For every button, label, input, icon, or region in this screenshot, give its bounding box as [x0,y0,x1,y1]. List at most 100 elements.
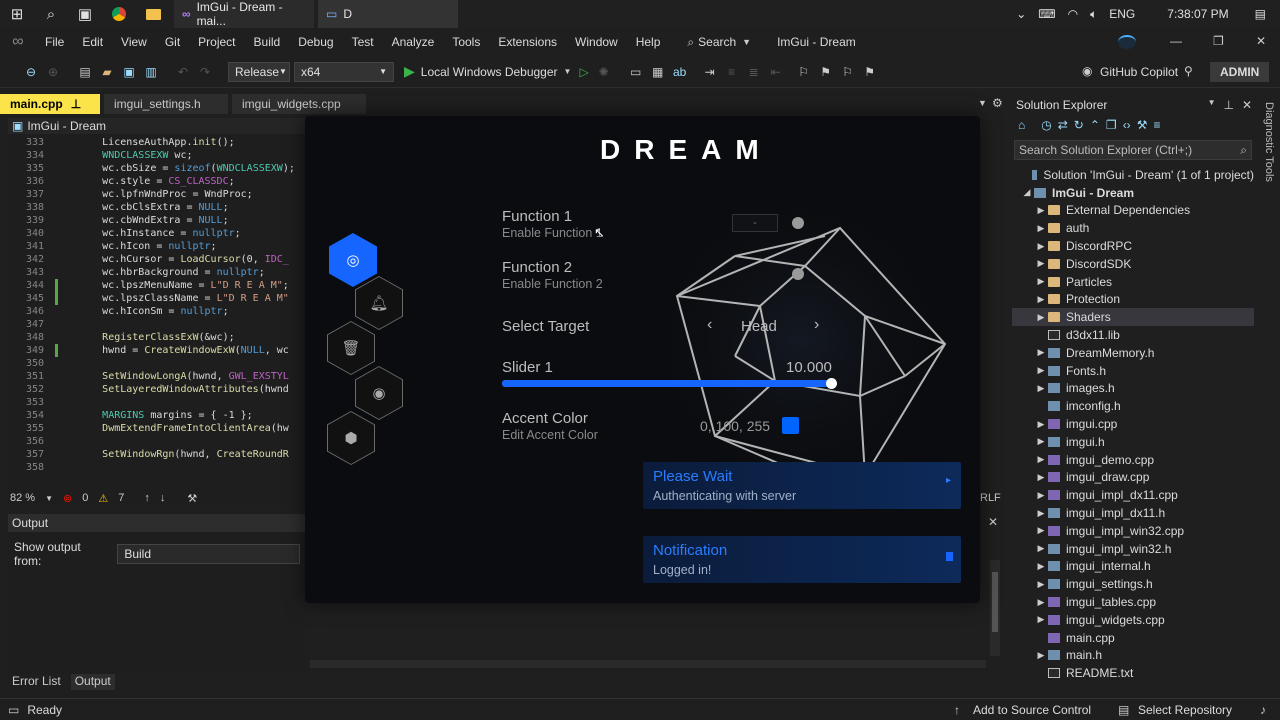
code-line[interactable]: 338 wc.cbClsExtra = NULL; [8,201,306,214]
search-icon[interactable]: ⌕ [34,0,68,28]
code-line[interactable]: 355 DwmExtendFrameIntoClientArea(hw [8,422,306,435]
code-line[interactable]: 354 MARGINS margins = { -1 }; [8,409,306,422]
menu-file[interactable]: File [36,28,73,56]
pin-icon[interactable]: ⊥ [71,97,81,111]
start-without-debug-icon[interactable]: ▷ [579,65,588,79]
expand-icon[interactable]: ◢ [1020,187,1034,198]
tree-item[interactable]: ▶ imgui_demo.cpp [1012,451,1254,469]
menu-view[interactable]: View [112,28,156,56]
output-close-icon[interactable]: ✕ [988,515,998,529]
menu-search[interactable]: Search [698,35,736,49]
expand-icon[interactable]: ▶ [1034,383,1048,394]
error-count[interactable]: 0 [82,492,88,504]
expand-icon[interactable]: ▶ [1034,294,1048,305]
platform-select[interactable]: x64 ▼ [294,61,394,82]
search-icon[interactable]: ⌕ [687,35,694,50]
expand-icon[interactable]: ▶ [1034,258,1048,269]
notifications-icon[interactable]: ♪ [1260,703,1266,717]
maximize-icon[interactable]: ❐ [1213,34,1224,48]
accent-color-value[interactable]: 0, 100, 255 [700,418,770,434]
bookmark-clear-icon[interactable]: ⚑ [859,61,881,83]
tree-item[interactable]: ▶ imgui_impl_dx11.h [1012,504,1254,522]
bookmark-prev-icon[interactable]: ⚑ [815,61,837,83]
tree-item[interactable]: ▶ Shaders [1012,308,1254,327]
expand-icon[interactable]: ▶ [1034,241,1048,252]
expand-icon[interactable]: ▶ [1034,419,1048,430]
tree-item[interactable]: ▶ imgui_settings.h [1012,575,1254,593]
tab-overflow-icon[interactable]: ▼ [978,98,987,108]
menu-tools[interactable]: Tools [443,28,489,56]
feedback-icon[interactable]: ⚲ [1184,64,1193,78]
warning-icon[interactable]: ⚠ [98,492,108,505]
back-icon[interactable]: ⊖ [20,61,42,83]
expand-icon[interactable]: ▶ [1034,650,1048,661]
tree-item[interactable]: ▶ External Dependencies [1012,202,1254,220]
account-icon[interactable] [1118,35,1136,49]
sync-icon[interactable]: ⇄ [1058,118,1068,132]
tree-item[interactable]: ▶ images.h [1012,380,1254,398]
expand-icon[interactable]: ▶ [1034,525,1048,536]
tree-item[interactable]: ▶ main.h [1012,647,1254,665]
bottom-tab-error-list[interactable]: Error List [12,674,61,690]
next-issue-icon[interactable]: ↓ [160,492,166,504]
redo-icon[interactable]: ↷ [194,61,216,83]
solution-search-input[interactable]: Search Solution Explorer (Ctrl+;) ⌕ [1014,140,1252,160]
menu-help[interactable]: Help [627,28,670,56]
tree-item[interactable]: README.txt [1012,664,1254,682]
tree-item[interactable]: ▶ DiscordRPC [1012,237,1254,255]
code-line[interactable]: 341 wc.hIcon = nullptr; [8,240,306,253]
show-all-icon[interactable]: ❐ [1106,118,1117,132]
start-debug-icon[interactable]: ▶ [404,63,415,80]
code-line[interactable]: 350 [8,357,306,370]
code-line[interactable]: 357 SetWindowRgn(hwnd, CreateRoundR [8,448,306,461]
tree-item[interactable]: ▶ imgui.cpp [1012,415,1254,433]
tab-settings-icon[interactable]: ⚙ [992,96,1003,110]
tree-item[interactable]: ▶ imgui_tables.cpp [1012,593,1254,611]
code-line[interactable]: 333 LicenseAuthApp.init(); [8,136,306,149]
menu-debug[interactable]: Debug [289,28,342,56]
menu-build[interactable]: Build [245,28,290,56]
menu-extensions[interactable]: Extensions [489,28,566,56]
tree-item[interactable]: d3dx11.lib [1012,326,1254,344]
breadcrumb[interactable]: ▣ ImGui - Dream [8,118,306,134]
tab-imgui-settings-h[interactable]: imgui_settings.h [104,94,228,114]
bookmark-icon[interactable]: ⚐ [793,61,815,83]
close-icon[interactable]: ✕ [1256,34,1266,48]
code-line[interactable]: 348 RegisterClassExW(&wc); [8,331,306,344]
tree-item[interactable]: ▶ DiscordSDK [1012,255,1254,273]
output-scrollbar[interactable] [990,560,1000,656]
open-folder-icon[interactable]: ▰ [96,61,118,83]
taskbar-vs-window[interactable]: ∞ ImGui - Dream - mai... [174,0,314,28]
expand-icon[interactable]: ▶ [1034,223,1048,234]
expand-icon[interactable]: ▶ [1034,365,1048,376]
chevron-down-icon[interactable]: ▼ [1208,98,1216,112]
tree-item[interactable]: ◢ ImGui - Dream [1012,184,1254,202]
tree-item[interactable]: ▶ imgui_widgets.cpp [1012,611,1254,629]
expand-icon[interactable]: ▶ [1034,436,1048,447]
tab-imgui-widgets-cpp[interactable]: imgui_widgets.cpp [232,94,366,114]
windows-start-icon[interactable]: ⊞ [0,0,34,28]
code-line[interactable]: 340 wc.hInstance = nullptr; [8,227,306,240]
indent-icon[interactable]: ⇤ [765,61,787,83]
accent-color-swatch[interactable] [782,417,799,434]
zoom-level[interactable]: 82 % [10,492,35,504]
tree-item[interactable]: ▶ imgui_impl_dx11.cpp [1012,486,1254,504]
menu-analyze[interactable]: Analyze [383,28,444,56]
tree-item[interactable]: ▶ imgui.h [1012,433,1254,451]
code-editor[interactable]: ▣ ImGui - Dream 333 LicenseAuthApp.init(… [8,118,306,490]
code-line[interactable]: 342 wc.hCursor = LoadCursor(0, IDC_ [8,253,306,266]
menu-git[interactable]: Git [156,28,189,56]
code-line[interactable]: 346 wc.hIconSm = nullptr; [8,305,306,318]
task-view-icon[interactable]: ▣ [68,0,102,28]
tree-item[interactable]: ▶ Particles [1012,273,1254,291]
code-line[interactable]: 339 wc.cbWndExtra = NULL; [8,214,306,227]
bookmark-next-icon[interactable]: ⚐ [837,61,859,83]
code-line[interactable]: 347 [8,318,306,331]
warning-count[interactable]: 7 [118,492,124,504]
save-all-icon[interactable]: ▥ [140,61,162,83]
code-line[interactable]: 345 wc.lpszClassName = L"D R E A M" [8,292,306,305]
function1-subtitle[interactable]: Enable Function 1 [502,226,603,240]
menu-edit[interactable]: Edit [73,28,112,56]
tree-item[interactable]: ▶ imgui_internal.h [1012,558,1254,576]
expand-icon[interactable]: ▶ [1034,312,1048,323]
